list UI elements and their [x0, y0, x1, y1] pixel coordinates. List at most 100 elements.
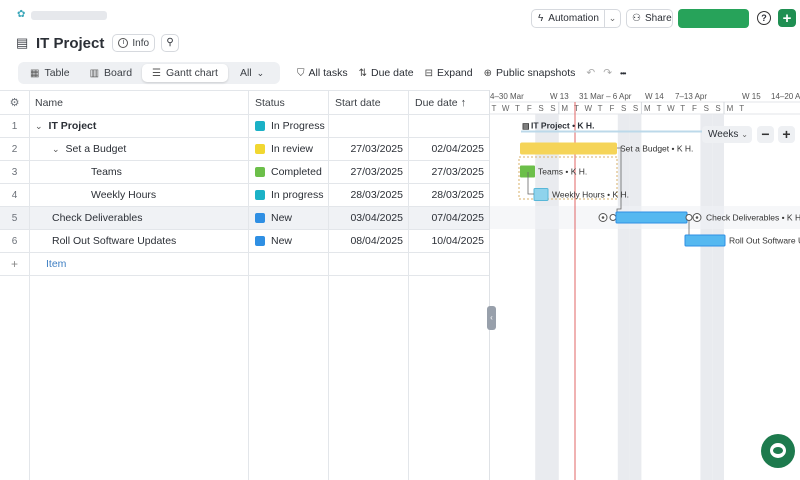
gantt-icon: ☰	[152, 67, 162, 79]
info-button[interactable]: i Info	[112, 34, 156, 52]
dependency-handle-icon[interactable]	[685, 214, 693, 221]
task-name[interactable]: Roll Out Software Updates	[29, 230, 248, 252]
due-date-cell[interactable]	[409, 115, 489, 137]
day-label: S	[538, 104, 543, 113]
table-row[interactable]: 2 ⌄ Set a Budget In review 27/03/2025 02/04/2…	[0, 138, 489, 161]
gantt-bar-label: Check Deliverables • K H.	[706, 213, 800, 223]
start-date-cell[interactable]: 28/03/2025	[329, 184, 408, 206]
zoom-out-button[interactable]: −	[757, 126, 774, 143]
gantt-bar-label: IT Project • K H.	[531, 121, 594, 131]
tab-table[interactable]: ▦ Table	[20, 64, 80, 82]
day-label: W	[585, 104, 593, 113]
task-name[interactable]: Teams	[29, 161, 248, 183]
upgrade-button[interactable]	[678, 9, 749, 28]
tab-gantt-chart[interactable]: ☰ Gantt chart	[142, 64, 228, 82]
sort-button[interactable]: ⇅ Due date	[359, 67, 414, 79]
column-header-name[interactable]: Name	[29, 91, 248, 114]
board-icon: ▥	[89, 67, 100, 79]
status-cell[interactable]: In Progress	[249, 115, 328, 137]
expand-button[interactable]: ⊟ Expand	[425, 67, 473, 79]
due-date-cell[interactable]: 07/04/2025	[409, 207, 489, 229]
gantt-bar-weekly-hours[interactable]	[533, 188, 549, 201]
panel-collapse-handle[interactable]: ‹	[487, 306, 496, 330]
column-header-start-date[interactable]: Start date	[329, 91, 408, 114]
share-button[interactable]: ⚇ Share	[626, 9, 673, 28]
redo-button[interactable]: ↷	[603, 67, 612, 79]
start-date-cell[interactable]: 03/04/2025	[329, 207, 408, 229]
snapshots-button[interactable]: ⊕ Public snapshots	[484, 67, 576, 79]
start-date-cell[interactable]: 27/03/2025	[329, 161, 408, 183]
automation-button[interactable]: ϟ Automation ⌄	[531, 9, 621, 28]
help-button[interactable]: ?	[757, 11, 771, 25]
due-date-cell[interactable]: 02/04/2025	[409, 138, 489, 160]
table-row[interactable]: 3 Teams Completed 27/03/2025 27/03/2025	[0, 161, 489, 184]
weekend-column	[617, 114, 630, 480]
day-label: T	[657, 104, 662, 113]
task-name[interactable]: ⌄ Set a Budget	[29, 138, 248, 160]
page-title[interactable]: IT Project	[36, 35, 104, 52]
due-date-cell[interactable]: 27/03/2025	[409, 161, 489, 183]
gantt-chart: 4–30 Mar W 13 31 Mar – 6 Apr W 14 7–13 Apr W …	[489, 90, 800, 480]
start-date-cell[interactable]	[329, 115, 408, 137]
status-label: In Progress	[271, 120, 325, 132]
status-cell[interactable]: In progress	[249, 184, 328, 206]
row-number: 2	[11, 143, 18, 155]
column-header-due-date[interactable]: Due date ↑	[409, 91, 489, 114]
week-label: 31 Mar – 6 Apr	[579, 92, 632, 101]
task-name-label: Teams	[91, 166, 122, 178]
table-row[interactable]: 1 ⌄ IT Project In Progress	[0, 115, 489, 138]
tab-board[interactable]: ▥ Board	[80, 64, 142, 82]
table-row[interactable]: 5 Check Deliverables New 03/04/2025 07/04/20…	[0, 207, 489, 230]
workspace-icon[interactable]: ✿	[17, 10, 27, 20]
table-row[interactable]: 4 Weekly Hours In progress 28/03/2025 28/03/…	[0, 184, 489, 207]
task-name-label: IT Project	[48, 120, 97, 132]
gantt-bar-check-deliverables[interactable]	[615, 211, 688, 224]
status-color-swatch	[255, 144, 265, 154]
gantt-bar-roll-out-software-updates[interactable]	[684, 234, 726, 247]
add-item-row[interactable]: + Item	[0, 253, 489, 276]
share-icon: ⚇	[632, 13, 641, 24]
status-cell[interactable]: New	[249, 207, 328, 229]
chevron-down-icon[interactable]: ⌄	[52, 144, 60, 155]
plus-icon: +	[782, 126, 791, 142]
snapshots-label: Public snapshots	[496, 67, 576, 79]
add-button[interactable]: +	[778, 9, 796, 27]
task-name[interactable]: Check Deliverables	[29, 207, 248, 229]
status-cell[interactable]: Completed	[249, 161, 328, 183]
table-row[interactable]: 6 Roll Out Software Updates New 08/04/2025 1…	[0, 230, 489, 253]
chevron-down-icon: ⌄	[256, 67, 265, 78]
chevron-down-icon[interactable]: ⌄	[604, 10, 620, 27]
sort-label: Due date	[370, 67, 414, 79]
start-date-cell[interactable]: 08/04/2025	[329, 230, 408, 252]
chevron-down-icon[interactable]: ⌄	[35, 121, 43, 132]
day-label: M	[644, 104, 651, 113]
due-date-cell[interactable]: 28/03/2025	[409, 184, 489, 206]
timescale-dropdown[interactable]: Weeks ⌄	[702, 126, 752, 143]
workspace-breadcrumb[interactable]	[31, 11, 107, 20]
zoom-in-button[interactable]: +	[778, 126, 795, 143]
task-name[interactable]: ⌄ IT Project	[29, 115, 248, 137]
due-date-cell[interactable]: 10/04/2025	[409, 230, 489, 252]
tab-all-dropdown[interactable]: All ⌄	[230, 64, 274, 82]
more-button[interactable]: •••	[620, 69, 626, 78]
chat-button[interactable]	[761, 434, 795, 468]
gantt-bar-set-a-budget[interactable]	[520, 142, 617, 155]
start-date-cell[interactable]: 27/03/2025	[329, 138, 408, 160]
column-divider	[408, 91, 409, 480]
row-number: 3	[11, 166, 18, 178]
gantt-bar-teams[interactable]	[520, 165, 535, 178]
status-label: In review	[271, 143, 314, 155]
week-label: 7–13 Apr	[675, 92, 707, 101]
column-settings[interactable]: ⚙	[0, 91, 29, 114]
pin-button[interactable]: ⚲	[161, 34, 180, 52]
dependency-handle-icon[interactable]	[609, 214, 617, 221]
column-header-status[interactable]: Status	[249, 91, 328, 114]
undo-button[interactable]: ↶	[586, 67, 595, 79]
top-bar: ✿ ▤ IT Project i Info ⚲ ϟ Automation ⌄ ⚇…	[0, 0, 800, 60]
status-cell[interactable]: In review	[249, 138, 328, 160]
pin-icon: ⚲	[166, 37, 174, 48]
task-name[interactable]: Weekly Hours	[29, 184, 248, 206]
status-cell[interactable]: New	[249, 230, 328, 252]
filter-button[interactable]: ⛉ All tasks	[297, 67, 348, 79]
weekend-column	[700, 114, 713, 480]
